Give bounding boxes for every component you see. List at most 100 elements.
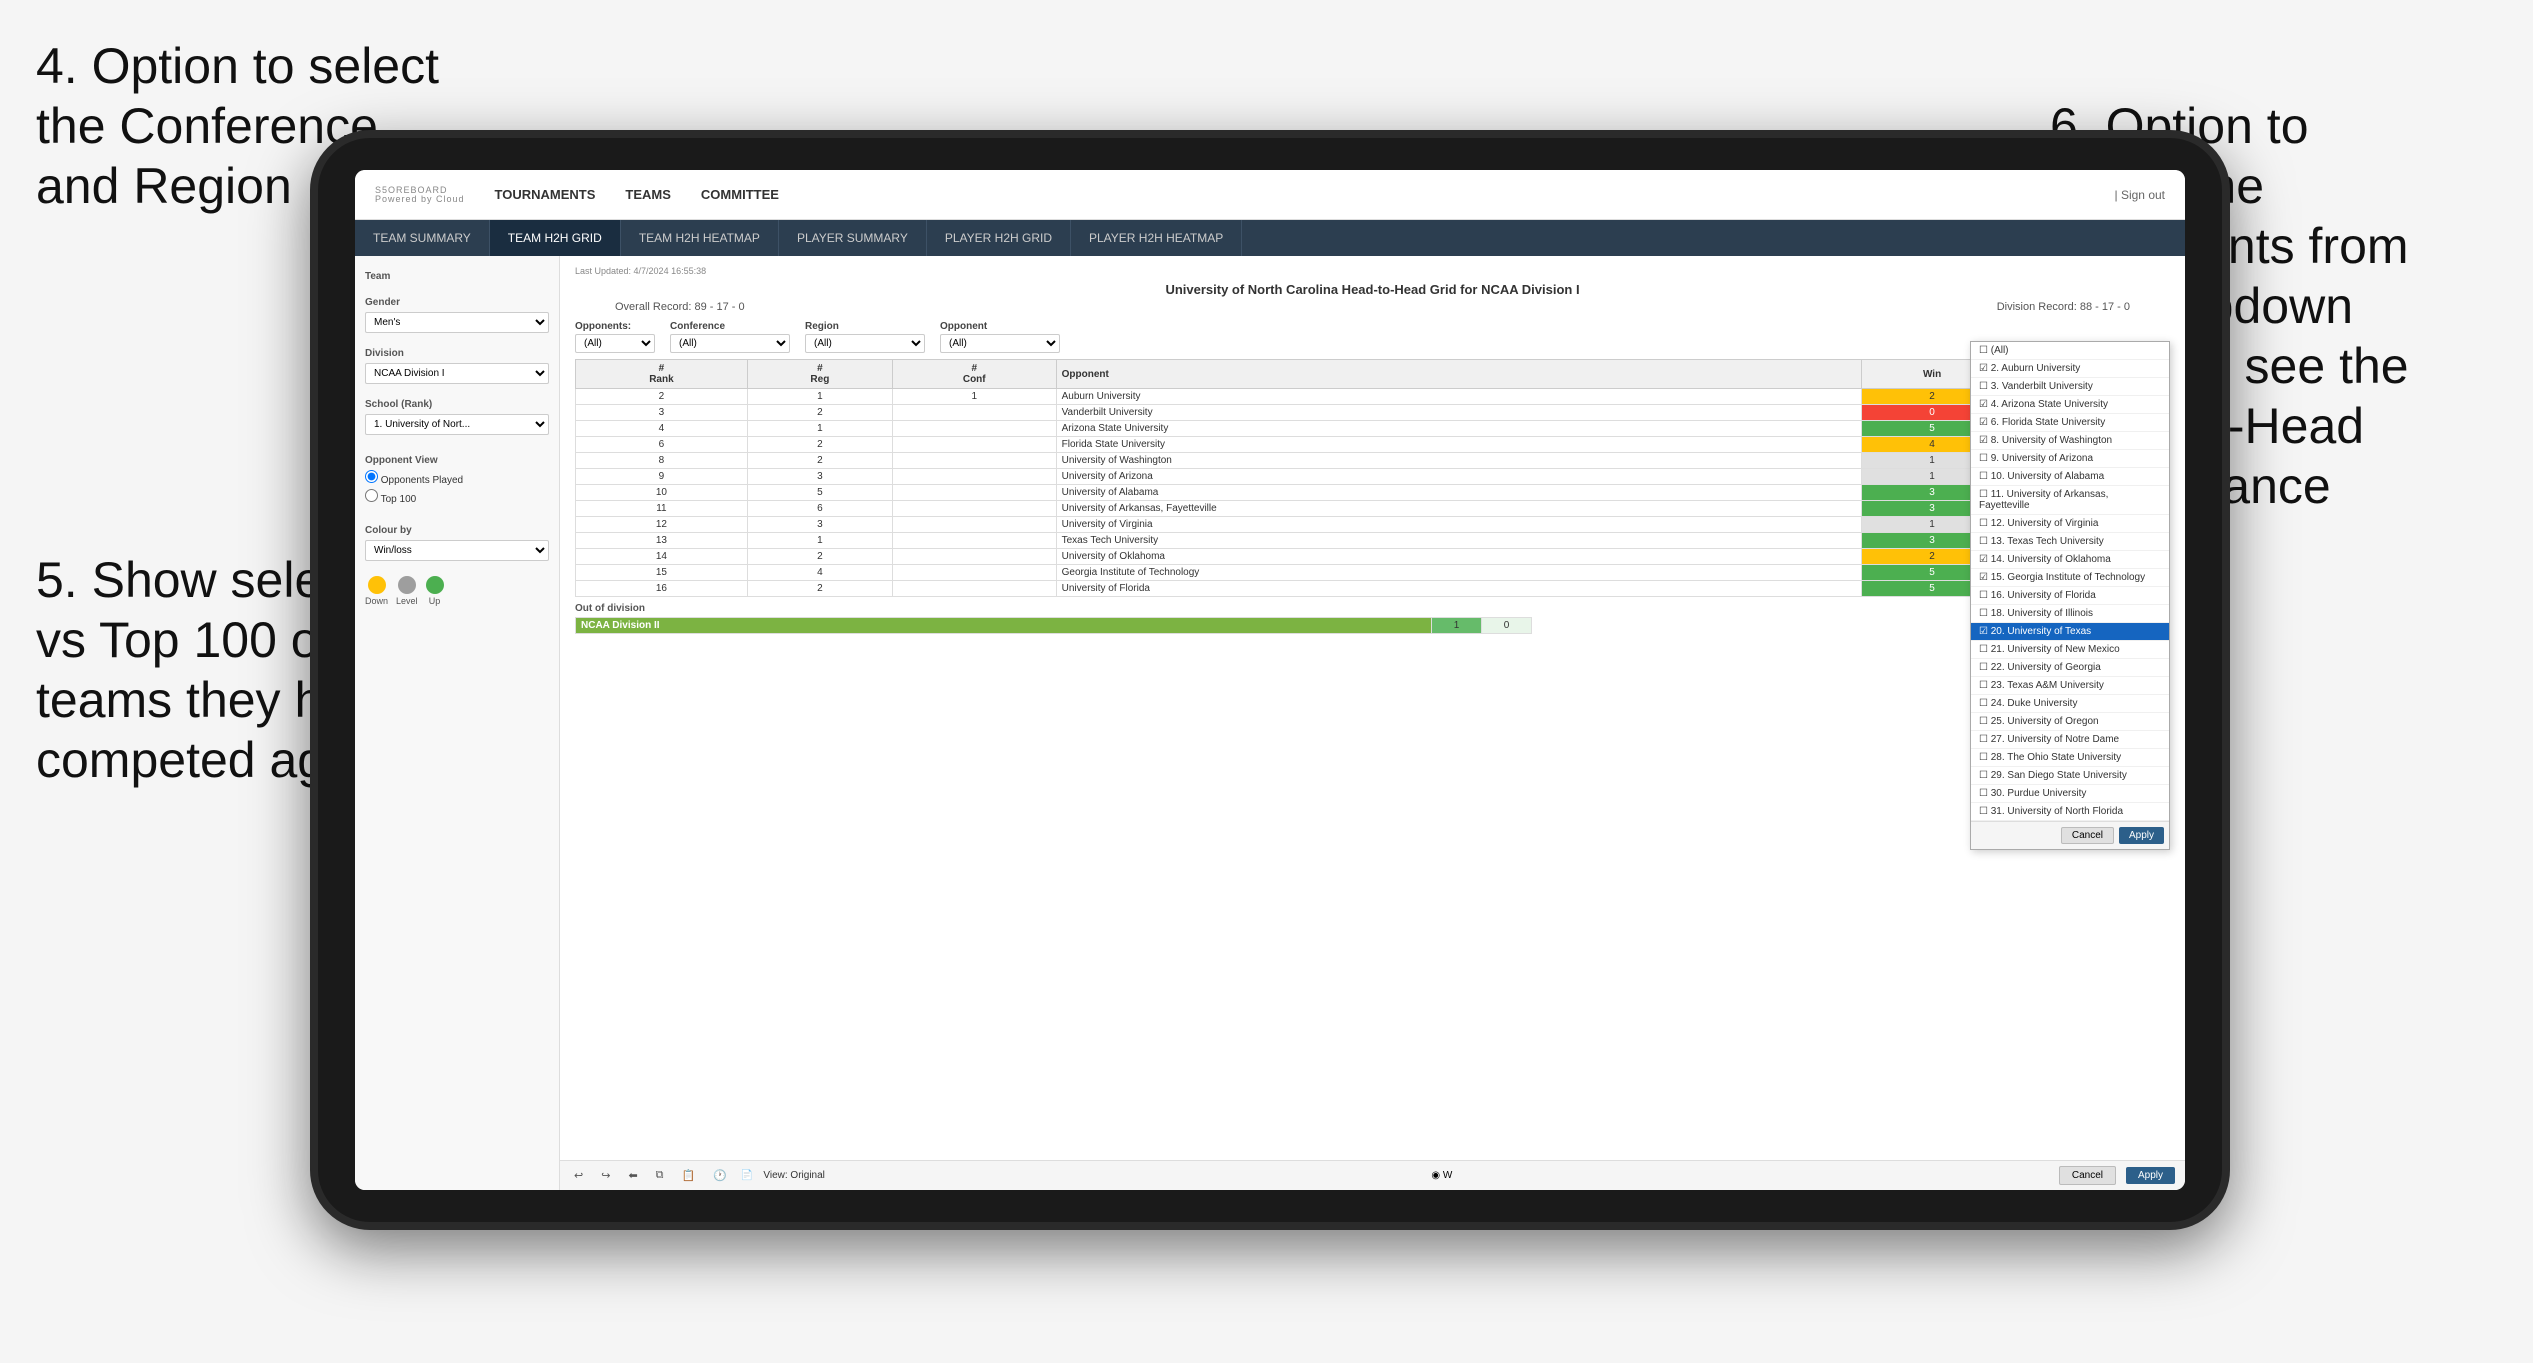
table-row: 13 1 Texas Tech University 3 0	[576, 533, 2170, 549]
table-row: 9 3 University of Arizona 1 0	[576, 469, 2170, 485]
sidebar-school-label: School (Rank)	[365, 399, 549, 410]
subnav-team-h2h-heatmap[interactable]: TEAM H2H HEATMAP	[621, 220, 779, 256]
dropdown-item[interactable]: ☐ 24. Duke University	[1971, 695, 2169, 713]
cell-rank: 11	[576, 501, 748, 517]
nav-teams[interactable]: TEAMS	[625, 187, 671, 202]
cell-rank: 12	[576, 517, 748, 533]
conference-filter: Conference (All)	[670, 321, 790, 353]
opponent-select[interactable]: (All)	[940, 334, 1060, 353]
dropdown-item[interactable]: ☑ 15. Georgia Institute of Technology	[1971, 569, 2169, 587]
opponents-filter: Opponents: (All)	[575, 321, 655, 353]
cell-conf	[892, 549, 1056, 565]
table-row: 14 2 University of Oklahoma 2 0	[576, 549, 2170, 565]
subnav-team-h2h-grid[interactable]: TEAM H2H GRID	[490, 220, 621, 256]
sidebar-colour-select[interactable]: Win/loss	[365, 540, 549, 561]
subnav-player-h2h-heatmap[interactable]: PLAYER H2H HEATMAP	[1071, 220, 1242, 256]
sidebar-division-select[interactable]: NCAA Division I	[365, 363, 549, 384]
toolbar-view-label: 📄	[741, 1170, 753, 1181]
dropdown-item[interactable]: ☑ 8. University of Washington	[1971, 432, 2169, 450]
cell-rank: 15	[576, 565, 748, 581]
legend-level-label: Level	[396, 596, 418, 606]
region-select[interactable]: (All)	[805, 334, 925, 353]
legend-level-dot	[398, 576, 416, 594]
dropdown-item[interactable]: ☐ 13. Texas Tech University	[1971, 533, 2169, 551]
sidebar-school-select[interactable]: 1. University of Nort...	[365, 414, 549, 435]
main-content: Team Gender Men's Division NCAA Division…	[355, 256, 2185, 1190]
conference-select[interactable]: (All)	[670, 334, 790, 353]
dropdown-item[interactable]: ☐ 22. University of Georgia	[1971, 659, 2169, 677]
dropdown-item[interactable]: ☐ 25. University of Oregon	[1971, 713, 2169, 731]
dropdown-cancel[interactable]: Cancel	[2061, 827, 2114, 844]
dropdown-item[interactable]: ☐ 28. The Ohio State University	[1971, 749, 2169, 767]
legend-down-dot	[368, 576, 386, 594]
sidebar-colour-section: Colour by Win/loss	[365, 525, 549, 561]
dropdown-item[interactable]: ☐ 11. University of Arkansas, Fayettevil…	[1971, 486, 2169, 515]
table-row: 8 2 University of Washington 1 0	[576, 453, 2170, 469]
cancel-button[interactable]: Cancel	[2059, 1166, 2116, 1185]
cell-conf	[892, 405, 1056, 421]
dropdown-item[interactable]: ☐ 23. Texas A&M University	[1971, 677, 2169, 695]
dropdown-item[interactable]: ☐ (All)	[1971, 342, 2169, 360]
toolbar-paste[interactable]: 📋	[678, 1167, 700, 1184]
cell-conf	[892, 469, 1056, 485]
dropdown-item[interactable]: ☑ 14. University of Oklahoma	[1971, 551, 2169, 569]
legend-up-label: Up	[429, 596, 441, 606]
subnav-player-summary[interactable]: PLAYER SUMMARY	[779, 220, 927, 256]
nav-signout[interactable]: | Sign out	[2115, 188, 2165, 202]
sidebar-gender-section: Gender Men's	[365, 297, 549, 333]
data-area: Last Updated: 4/7/2024 16:55:38 Universi…	[560, 256, 2185, 1190]
cell-reg: 2	[747, 581, 892, 597]
cell-opponent: University of Virginia	[1056, 517, 1861, 533]
last-updated: Last Updated: 4/7/2024 16:55:38	[575, 266, 2170, 276]
sidebar-legend: Down Level Up	[365, 576, 549, 606]
opponents-label: Opponents:	[575, 321, 655, 332]
dropdown-item[interactable]: ☐ 16. University of Florida	[1971, 587, 2169, 605]
sidebar-opponents-played-radio[interactable]: Opponents Played	[365, 470, 549, 486]
dropdown-apply[interactable]: Apply	[2119, 827, 2164, 844]
cell-reg: 4	[747, 565, 892, 581]
table-row: 2 1 1 Auburn University 2 1	[576, 389, 2170, 405]
dropdown-item[interactable]: ☐ 3. Vanderbilt University	[1971, 378, 2169, 396]
dropdown-item[interactable]: ☑ 6. Florida State University	[1971, 414, 2169, 432]
dropdown-item[interactable]: ☐ 12. University of Virginia	[1971, 515, 2169, 533]
out-division-name: NCAA Division II	[576, 618, 1432, 634]
opponents-select[interactable]: (All)	[575, 334, 655, 353]
dropdown-item[interactable]: ☑ 4. Arizona State University	[1971, 396, 2169, 414]
cell-opponent: Georgia Institute of Technology	[1056, 565, 1861, 581]
opponent-label: Opponent	[940, 321, 1060, 332]
division-record: Division Record: 88 - 17 - 0	[1997, 301, 2130, 313]
dropdown-item[interactable]: ☑ 2. Auburn University	[1971, 360, 2169, 378]
col-opponent: Opponent	[1056, 360, 1861, 389]
sidebar-top100-radio[interactable]: Top 100	[365, 489, 549, 505]
cell-conf	[892, 485, 1056, 501]
dropdown-item[interactable]: ☐ 31. University of North Florida	[1971, 803, 2169, 821]
toolbar-undo[interactable]: ↩	[570, 1167, 587, 1184]
cell-reg: 3	[747, 517, 892, 533]
toolbar-clock[interactable]: 🕐	[709, 1167, 731, 1184]
dropdown-item[interactable]: ☐ 9. University of Arizona	[1971, 450, 2169, 468]
cell-rank: 10	[576, 485, 748, 501]
cell-rank: 14	[576, 549, 748, 565]
dropdown-item[interactable]: ☐ 29. San Diego State University	[1971, 767, 2169, 785]
nav-tournaments[interactable]: TOURNAMENTS	[495, 187, 596, 202]
cell-reg: 2	[747, 437, 892, 453]
cell-opponent: Vanderbilt University	[1056, 405, 1861, 421]
sidebar-gender-select[interactable]: Men's	[365, 312, 549, 333]
dropdown-item[interactable]: ☐ 27. University of Notre Dame	[1971, 731, 2169, 749]
toolbar-copy[interactable]: ⧉	[652, 1167, 668, 1184]
apply-button[interactable]: Apply	[2126, 1167, 2175, 1184]
subnav-team-summary[interactable]: TEAM SUMMARY	[355, 220, 490, 256]
subnav-player-h2h-grid[interactable]: PLAYER H2H GRID	[927, 220, 1071, 256]
cell-rank: 4	[576, 421, 748, 437]
dropdown-item[interactable]: ☐ 30. Purdue University	[1971, 785, 2169, 803]
toolbar-redo[interactable]: ↪	[597, 1167, 614, 1184]
navbar-logo: S5OREBOARD Powered by Cloud	[375, 186, 465, 204]
nav-committee[interactable]: COMMITTEE	[701, 187, 779, 202]
dropdown-item[interactable]: ☐ 21. University of New Mexico	[1971, 641, 2169, 659]
cell-conf	[892, 533, 1056, 549]
toolbar-back[interactable]: ⬅	[624, 1167, 641, 1184]
dropdown-item[interactable]: ☑ 20. University of Texas	[1971, 623, 2169, 641]
dropdown-item[interactable]: ☐ 18. University of Illinois	[1971, 605, 2169, 623]
table-row: 6 2 Florida State University 4 2	[576, 437, 2170, 453]
dropdown-item[interactable]: ☐ 10. University of Alabama	[1971, 468, 2169, 486]
